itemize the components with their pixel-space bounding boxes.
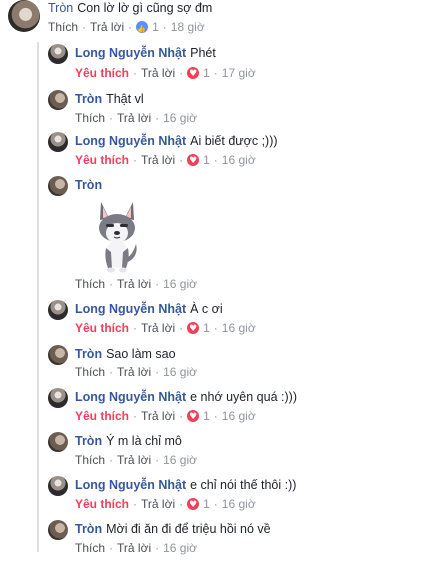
love-icon[interactable] — [187, 409, 200, 425]
love-icon[interactable] — [187, 321, 200, 337]
comment-text: e nhớ uyên quá :))) — [190, 390, 297, 404]
comment-text: Ý m là chỉ mô — [106, 434, 182, 448]
comment-author[interactable]: Tròn — [48, 1, 73, 15]
reply-button[interactable]: Trả lời — [117, 111, 151, 125]
timestamp[interactable]: 16 giờ — [222, 409, 256, 423]
reply-button[interactable]: Trả lời — [141, 409, 175, 423]
like-button[interactable]: Thích — [75, 541, 105, 555]
comment-text: Sao làm sao — [106, 347, 176, 361]
comment-text: Ai biết được ;))) — [190, 134, 278, 148]
reaction-count[interactable]: 1 — [203, 409, 210, 423]
avatar[interactable] — [48, 176, 68, 196]
love-button[interactable]: Yêu thích — [75, 321, 129, 335]
comment-author[interactable]: Tròn — [75, 434, 102, 448]
husky-dog-sticker[interactable] — [92, 196, 142, 274]
love-icon[interactable] — [187, 497, 200, 513]
comment-text: À c ơi — [190, 302, 223, 316]
reply-button[interactable]: Trả lời — [117, 541, 151, 555]
avatar[interactable] — [48, 432, 68, 452]
reply-button[interactable]: Trả lời — [141, 66, 175, 80]
comment-author[interactable]: Long Nguyễn Nhật — [75, 46, 186, 60]
comment-author[interactable]: Long Nguyễn Nhật — [75, 302, 186, 316]
comment-author[interactable]: Tròn — [75, 92, 102, 106]
avatar[interactable] — [48, 44, 68, 64]
love-button[interactable]: Yêu thích — [75, 66, 129, 80]
avatar[interactable] — [48, 345, 68, 365]
comment-text: Con lờ lờ gì cũng sợ đm — [77, 1, 213, 15]
like-icon[interactable] — [136, 21, 149, 37]
like-button[interactable]: Thích — [75, 453, 105, 467]
love-icon[interactable] — [187, 66, 200, 82]
comment-text: Phét — [190, 46, 216, 60]
timestamp[interactable]: 16 giờ — [163, 277, 197, 291]
like-button[interactable]: Thích — [75, 277, 105, 291]
reply-button[interactable]: Trả lời — [141, 321, 175, 335]
avatar[interactable] — [48, 300, 68, 320]
timestamp[interactable]: 16 giờ — [163, 111, 197, 125]
comment-text: Thật vl — [106, 92, 144, 106]
reply-button[interactable]: Trả lời — [90, 20, 124, 34]
reply-button[interactable]: Trả lời — [141, 497, 175, 511]
timestamp[interactable]: 16 giờ — [163, 365, 197, 379]
avatar[interactable] — [48, 476, 68, 496]
reply-button[interactable]: Trả lời — [117, 453, 151, 467]
comment-author[interactable]: Long Nguyễn Nhật — [75, 390, 186, 404]
love-button[interactable]: Yêu thích — [75, 497, 129, 511]
comment-text: Mời đi ăn đi để triệu hồi nó về — [106, 522, 271, 536]
reaction-count[interactable]: 1 — [203, 153, 210, 167]
comment-author[interactable]: Tròn — [75, 347, 102, 361]
comment-text: e chỉ nói thế thôi :)) — [190, 478, 297, 492]
reaction-count[interactable]: 1 — [203, 497, 210, 511]
like-button[interactable]: Thích — [75, 365, 105, 379]
like-button[interactable]: Thích — [48, 20, 78, 34]
timestamp[interactable]: 16 giờ — [222, 153, 256, 167]
comment-author[interactable]: Long Nguyễn Nhật — [75, 134, 186, 148]
love-icon[interactable] — [187, 153, 200, 169]
timestamp[interactable]: 16 giờ — [222, 321, 256, 335]
avatar[interactable] — [48, 132, 68, 152]
love-button[interactable]: Yêu thích — [75, 153, 129, 167]
avatar[interactable] — [48, 520, 68, 540]
comment-author[interactable]: Tròn — [75, 178, 102, 192]
love-button[interactable]: Yêu thích — [75, 409, 129, 423]
reply-thread-line — [37, 42, 39, 552]
reply-button[interactable]: Trả lời — [117, 277, 151, 291]
reaction-count[interactable]: 1 — [203, 66, 210, 80]
timestamp[interactable]: 16 giờ — [222, 497, 256, 511]
avatar[interactable] — [8, 0, 40, 32]
avatar[interactable] — [48, 388, 68, 408]
reply-button[interactable]: Trả lời — [141, 153, 175, 167]
timestamp[interactable]: 17 giờ — [222, 66, 256, 80]
like-button[interactable]: Thích — [75, 111, 105, 125]
timestamp[interactable]: 16 giờ — [163, 541, 197, 555]
reply-button[interactable]: Trả lời — [117, 365, 151, 379]
comment-author[interactable]: Long Nguyễn Nhật — [75, 478, 186, 492]
reaction-count[interactable]: 1 — [203, 321, 210, 335]
timestamp[interactable]: 16 giờ — [163, 453, 197, 467]
reaction-count[interactable]: 1 — [152, 20, 159, 34]
avatar[interactable] — [48, 90, 68, 110]
timestamp[interactable]: 18 giờ — [171, 20, 205, 34]
comment-author[interactable]: Tròn — [75, 522, 102, 536]
